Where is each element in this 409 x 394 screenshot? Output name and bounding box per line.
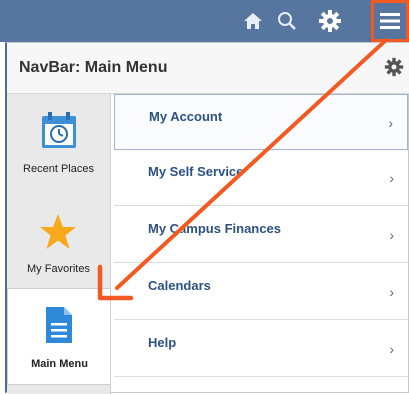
menu-item-calendars[interactable]: Calendars › (114, 264, 408, 320)
chevron-right-icon: › (388, 115, 393, 131)
menu-item-label: My Self Service (148, 164, 244, 179)
document-icon (46, 307, 72, 343)
gear-icon[interactable] (315, 6, 345, 36)
menu-item-label: My Account (149, 109, 223, 124)
menu-item-help[interactable]: Help › (114, 321, 408, 377)
left-nav-my-favorites[interactable]: My Favorites (7, 192, 110, 289)
left-nav-label: My Favorites (27, 263, 90, 275)
panel-gear-icon[interactable] (384, 57, 404, 82)
menu-item-label: Calendars (148, 278, 211, 293)
chevron-right-icon: › (389, 227, 394, 243)
home-icon[interactable] (238, 6, 268, 36)
panel-header: NavBar: Main Menu (7, 43, 409, 94)
hamburger-icon (380, 13, 400, 29)
left-nav-main-menu[interactable]: Main Menu (7, 288, 110, 385)
chevron-right-icon: › (389, 341, 394, 357)
menu-item-label: My Campus Finances (148, 221, 281, 236)
panel-title: NavBar: Main Menu (19, 59, 168, 76)
calendar-clock-icon (42, 112, 76, 148)
chevron-right-icon: › (389, 170, 394, 186)
menu-item-my-account[interactable]: My Account › (114, 94, 408, 150)
left-nav-label: Recent Places (23, 163, 94, 175)
search-icon[interactable] (272, 6, 302, 36)
menu-item-label: Help (148, 335, 177, 350)
menu-item-my-self-service[interactable]: My Self Service › (114, 150, 408, 206)
left-nav-label: Main Menu (31, 358, 88, 370)
main-menu-list: My Account › My Self Service › My Campus… (114, 94, 408, 394)
chevron-right-icon: › (389, 284, 394, 300)
navbar-panel: NavBar: Main Menu Recent Places My Favor… (5, 42, 409, 394)
left-nav: Recent Places My Favorites Main Menu (7, 94, 111, 394)
left-nav-recent-places[interactable]: Recent Places (7, 94, 110, 191)
top-navbar (0, 0, 409, 42)
star-icon (40, 214, 76, 249)
menu-item-my-campus-finances[interactable]: My Campus Finances › (114, 207, 408, 263)
navbar-hamburger-button[interactable] (371, 0, 409, 42)
